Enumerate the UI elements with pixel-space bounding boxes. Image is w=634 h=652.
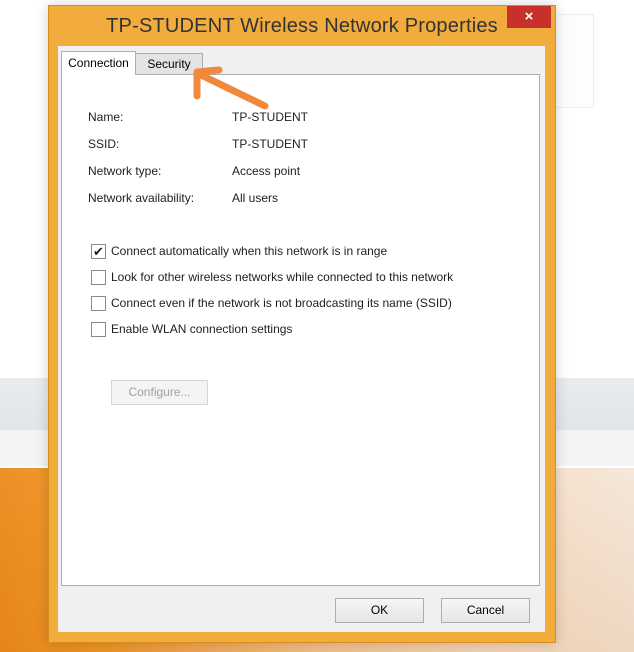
- dialog-client-area: Connection Security Name: TP-STUDENT SSI…: [58, 46, 545, 632]
- close-button[interactable]: ×: [507, 6, 551, 28]
- checkbox-unchecked[interactable]: [91, 322, 106, 337]
- network-type-value: Access point: [232, 164, 301, 178]
- checkbox-unchecked[interactable]: [91, 270, 106, 285]
- network-availability-value: All users: [232, 191, 279, 205]
- network-type-label: Network type:: [88, 164, 162, 178]
- ssid-value: TP-STUDENT: [232, 137, 308, 151]
- checkbox-unchecked[interactable]: [91, 296, 106, 311]
- cancel-button[interactable]: Cancel: [441, 598, 530, 623]
- checkbox-checked[interactable]: ✔: [91, 244, 106, 259]
- option-label: Look for other wireless networks while c…: [111, 270, 454, 284]
- name-value: TP-STUDENT: [232, 110, 308, 124]
- configure-button[interactable]: Configure...: [111, 380, 208, 405]
- option-label: Enable WLAN connection settings: [111, 322, 293, 336]
- tab-connection[interactable]: Connection: [61, 51, 136, 75]
- title-bar[interactable]: TP-STUDENT Wireless Network Properties ×: [49, 6, 555, 46]
- properties-dialog: TP-STUDENT Wireless Network Properties ×…: [48, 5, 556, 643]
- ssid-label: SSID:: [88, 137, 120, 151]
- network-availability-label: Network availability:: [88, 191, 195, 205]
- option-label: Connect even if the network is not broad…: [111, 296, 452, 310]
- name-label: Name:: [88, 110, 124, 124]
- ok-button[interactable]: OK: [335, 598, 424, 623]
- connection-tab-panel: Name: TP-STUDENT SSID: TP-STUDENT Networ…: [61, 74, 540, 586]
- option-label: Connect automatically when this network …: [111, 244, 388, 258]
- arrow-pointer-icon: [193, 66, 269, 110]
- window-title: TP-STUDENT Wireless Network Properties: [106, 15, 498, 37]
